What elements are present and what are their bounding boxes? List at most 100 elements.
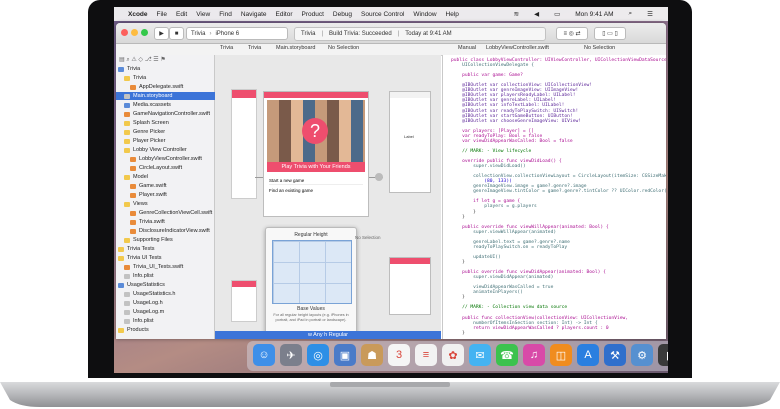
navigator-item[interactable]: UsageLog.m bbox=[116, 308, 222, 316]
spotlight-icon[interactable]: ⌕ bbox=[629, 10, 633, 18]
notes-icon[interactable]: ≡ bbox=[415, 344, 437, 366]
menu-navigate[interactable]: Navigate bbox=[241, 11, 267, 18]
navigator-item[interactable]: Model bbox=[116, 173, 222, 181]
navigator-item[interactable]: LobbyViewController.swift bbox=[116, 155, 228, 163]
photo-viewer-icon[interactable]: ▣ bbox=[334, 344, 356, 366]
photos-icon[interactable]: ✿ bbox=[442, 344, 464, 366]
code-editor[interactable]: public class LobbyViewController: UIView… bbox=[442, 55, 666, 339]
assistant-file[interactable]: LobbyViewController.swift bbox=[486, 45, 549, 51]
menu-find[interactable]: Find bbox=[219, 11, 232, 18]
wifi-icon[interactable]: ≋ bbox=[514, 10, 519, 18]
breadcrumb-file[interactable]: Main.storyboard bbox=[276, 45, 315, 51]
menu-debug[interactable]: Debug bbox=[333, 11, 352, 18]
zoom-window-button[interactable] bbox=[141, 29, 148, 36]
run-button[interactable]: ▶ bbox=[154, 27, 169, 40]
detail-scene[interactable]: Label bbox=[389, 91, 431, 193]
battery-icon[interactable]: ▭ bbox=[554, 10, 560, 18]
menu-editor[interactable]: Editor bbox=[276, 11, 293, 18]
size-class-title: Regular Height bbox=[294, 232, 328, 238]
notification-center-icon[interactable]: ☰ bbox=[647, 10, 653, 18]
instruments-icon[interactable]: ⚙ bbox=[631, 344, 653, 366]
navigator-item[interactable]: Main.storyboard bbox=[116, 92, 222, 100]
storyboard-canvas[interactable]: ? Play Trivia with Your Friends Start a … bbox=[215, 55, 441, 339]
navigator-item[interactable]: Trivia Tests bbox=[116, 245, 216, 253]
navigator-item[interactable]: UsageLog.h bbox=[116, 299, 222, 307]
menu-source-control[interactable]: Source Control bbox=[361, 11, 404, 18]
navigator-item-label: GenreCollectionViewCell.swift bbox=[139, 210, 213, 216]
navigator-item[interactable]: Genre Picker bbox=[116, 128, 222, 136]
navigator-item[interactable]: Info.plist bbox=[116, 272, 222, 280]
volume-icon[interactable]: ◀ bbox=[534, 10, 539, 18]
assistant-selection[interactable]: No Selection bbox=[584, 45, 615, 51]
navigator-item[interactable]: Trivia bbox=[116, 74, 222, 82]
menu-view[interactable]: View bbox=[196, 11, 210, 18]
nav-controller-scene[interactable] bbox=[231, 89, 257, 199]
navigator-item-label: LobbyViewController.swift bbox=[139, 156, 202, 162]
navigator-item[interactable]: Trivia.swift bbox=[116, 218, 228, 226]
segue-icon[interactable] bbox=[375, 173, 383, 181]
start-game-row[interactable]: Start a new game bbox=[269, 176, 363, 185]
code-line: readyToPlaySwitch.on = readyToPlay bbox=[451, 244, 568, 250]
navigator-item[interactable]: Products bbox=[116, 326, 216, 334]
navigator-item[interactable]: Trivia_UI_Tests.swift bbox=[116, 263, 222, 271]
size-class-grid[interactable] bbox=[272, 240, 352, 304]
navigator-item-label: GameNavigationController.swift bbox=[133, 111, 211, 117]
size-class-popover[interactable]: Regular Height Base Values For all regul… bbox=[265, 227, 357, 339]
navigator-item[interactable]: Trivia UI Tests bbox=[116, 254, 216, 262]
facetime-icon[interactable]: ☎ bbox=[496, 344, 518, 366]
itunes-icon[interactable]: ♫ bbox=[523, 344, 545, 366]
menu-product[interactable]: Product bbox=[301, 11, 323, 18]
size-class-bar[interactable]: w Any h Regular bbox=[215, 331, 441, 339]
menu-file[interactable]: File bbox=[157, 11, 167, 18]
size-class-subtitle: No Selection bbox=[355, 235, 381, 240]
simulator-icon[interactable]: ▮ bbox=[658, 344, 668, 366]
navigator-item[interactable]: GameNavigationController.swift bbox=[116, 110, 222, 118]
navigator-item[interactable]: Views bbox=[116, 200, 222, 208]
view-toggle-buttons[interactable]: ▯ ▭ ▯ bbox=[594, 27, 626, 40]
breadcrumb-project[interactable]: Trivia bbox=[220, 45, 233, 51]
menu-help[interactable]: Help bbox=[446, 11, 459, 18]
calendar-icon[interactable]: 3 bbox=[388, 344, 410, 366]
navigator-item[interactable]: DisclosureIndicatorView.swift bbox=[116, 227, 228, 235]
navigator-item[interactable]: Supporting Files bbox=[116, 236, 222, 244]
genre-scene[interactable] bbox=[389, 257, 431, 315]
lobby-scene[interactable]: ? Play Trivia with Your Friends Start a … bbox=[263, 91, 369, 217]
assistant-mode[interactable]: Manual bbox=[458, 45, 476, 51]
navigator-item[interactable]: Game.swift bbox=[116, 182, 228, 190]
launchpad-icon[interactable]: ✈ bbox=[280, 344, 302, 366]
navigator-item[interactable]: UsageStatistics.h bbox=[116, 290, 222, 298]
navigator-item[interactable]: Lobby View Controller bbox=[116, 146, 222, 154]
minimize-window-button[interactable] bbox=[131, 29, 138, 36]
file-icon bbox=[118, 66, 124, 72]
navigator-item[interactable]: CircleLayout.swift bbox=[116, 164, 228, 172]
navigator-item[interactable]: Player.swift bbox=[116, 191, 228, 199]
messages-icon[interactable]: ✉ bbox=[469, 344, 491, 366]
navigator-item[interactable]: UsageStatistics bbox=[116, 281, 216, 289]
contacts-icon[interactable]: ☗ bbox=[361, 344, 383, 366]
finder-icon[interactable]: ☺ bbox=[253, 344, 275, 366]
menu-app-name[interactable]: Xcode bbox=[128, 11, 148, 18]
breadcrumb-group[interactable]: Trivia bbox=[248, 45, 261, 51]
menu-edit[interactable]: Edit bbox=[176, 11, 187, 18]
menu-window[interactable]: Window bbox=[413, 11, 436, 18]
editor-mode-buttons[interactable]: ≡ ◎ ⇄ bbox=[556, 27, 588, 40]
navigator-item[interactable]: Info.plist bbox=[116, 317, 222, 325]
app-store-icon[interactable]: A bbox=[577, 344, 599, 366]
breadcrumb-selection[interactable]: No Selection bbox=[328, 45, 359, 51]
menu-clock[interactable]: Mon 9:41 AM bbox=[575, 11, 613, 18]
xcode-icon[interactable]: ⚒ bbox=[604, 344, 626, 366]
navigator-item[interactable]: Splash Screen bbox=[116, 119, 222, 127]
navigator-tabs[interactable]: ▤ ⌕ ⚠ ◇ ⎇ ☰ ⚑ bbox=[119, 56, 166, 64]
navigator-item[interactable]: GenreCollectionViewCell.swift bbox=[116, 209, 228, 217]
navigator-item[interactable]: Trivia bbox=[116, 65, 216, 73]
close-window-button[interactable] bbox=[121, 29, 128, 36]
scheme-selector[interactable]: Trivia › iPhone 6 bbox=[186, 27, 288, 40]
navigator-item[interactable]: AppDelegate.swift bbox=[116, 83, 228, 91]
navigator-item[interactable]: Player Picker bbox=[116, 137, 222, 145]
ibooks-icon[interactable]: ◫ bbox=[550, 344, 572, 366]
find-game-row[interactable]: Find an existing game bbox=[269, 186, 363, 194]
navigator-item[interactable]: Media.xcassets bbox=[116, 101, 222, 109]
splash-scene[interactable] bbox=[231, 280, 257, 322]
safari-icon[interactable]: ◎ bbox=[307, 344, 329, 366]
stop-button[interactable]: ■ bbox=[169, 27, 184, 40]
